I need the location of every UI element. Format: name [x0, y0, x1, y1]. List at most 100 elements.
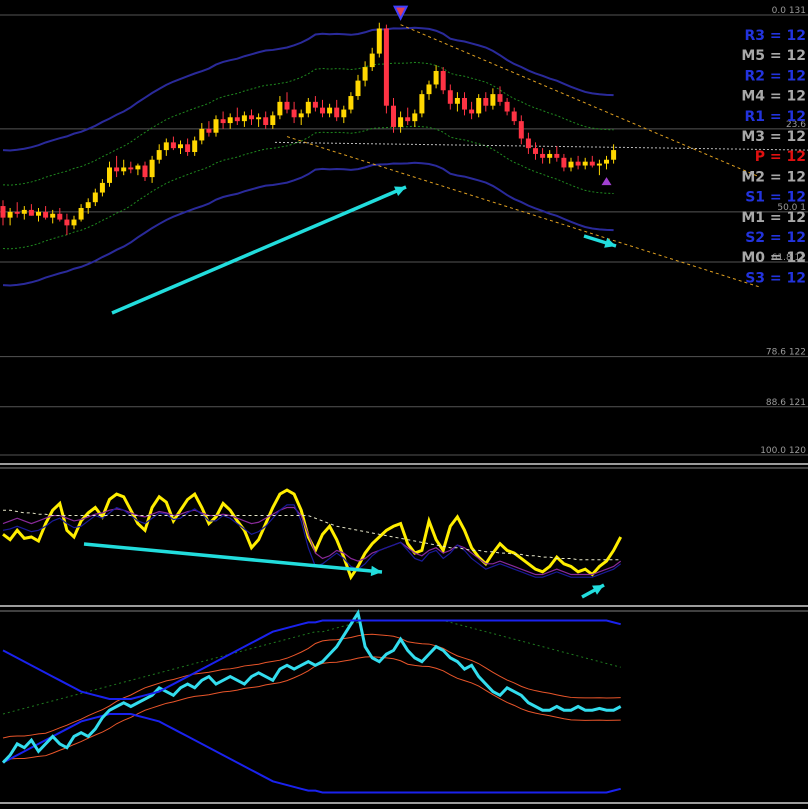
candle-body[interactable]: [497, 94, 503, 102]
candle-body[interactable]: [128, 167, 134, 170]
candle-body[interactable]: [170, 142, 176, 149]
candle-body[interactable]: [149, 159, 155, 178]
candle-body[interactable]: [341, 109, 347, 118]
fib-level-label: 0.0 131: [772, 6, 806, 16]
candle-body[interactable]: [163, 142, 169, 151]
candle-body[interactable]: [540, 153, 546, 158]
candle-body[interactable]: [199, 128, 205, 141]
candle-body[interactable]: [369, 53, 375, 68]
candle-body[interactable]: [57, 213, 63, 220]
candle-body[interactable]: [249, 115, 254, 120]
candle-body[interactable]: [412, 113, 418, 122]
candle-body[interactable]: [241, 115, 247, 122]
candle-body[interactable]: [85, 202, 91, 208]
candle-body[interactable]: [185, 144, 191, 153]
candle-body[interactable]: [298, 113, 304, 118]
candle-body[interactable]: [383, 28, 389, 106]
candle-body[interactable]: [490, 94, 496, 106]
candle-body[interactable]: [227, 117, 233, 124]
candle-body[interactable]: [391, 105, 396, 127]
candle-body[interactable]: [547, 153, 553, 158]
candle-body[interactable]: [178, 144, 183, 149]
candle-body[interactable]: [334, 107, 340, 118]
pivot-level-label: S3 = 12: [745, 270, 806, 286]
pivot-level-label: M2 = 12: [741, 169, 806, 185]
candle-body[interactable]: [50, 213, 56, 218]
candle-body[interactable]: [462, 97, 467, 110]
candle-body[interactable]: [256, 117, 262, 120]
chart-canvas: 0.0 13123.6 50.0 161.8 1278.6 12288.6 12…: [0, 0, 808, 809]
candle-body[interactable]: [525, 138, 531, 149]
candle-body[interactable]: [483, 97, 489, 106]
candle-body[interactable]: [320, 107, 325, 114]
candle-body[interactable]: [440, 70, 446, 91]
candle-body[interactable]: [533, 148, 538, 154]
candle-body[interactable]: [575, 161, 581, 166]
candle-body[interactable]: [36, 211, 41, 216]
candle-body[interactable]: [611, 150, 617, 160]
fib-level-label: 88.6 121: [766, 398, 806, 408]
candle-body[interactable]: [469, 109, 475, 114]
candle-body[interactable]: [561, 157, 567, 168]
candle-body[interactable]: [426, 84, 432, 95]
candle-body[interactable]: [312, 101, 318, 108]
candle-body[interactable]: [355, 80, 361, 97]
pivot-level-label: R2 = 12: [745, 68, 806, 84]
candle-body[interactable]: [447, 90, 453, 104]
candle-body[interactable]: [78, 207, 84, 220]
fib-level-label: 100.0 120: [760, 446, 806, 456]
candle-body[interactable]: [263, 117, 269, 125]
candle-body[interactable]: [64, 219, 70, 226]
candle-body[interactable]: [0, 206, 6, 218]
candle-body[interactable]: [454, 97, 460, 104]
candle-body[interactable]: [234, 117, 240, 122]
candle-body[interactable]: [206, 128, 212, 133]
candle-body[interactable]: [476, 97, 482, 114]
pivot-level-label: M4 = 12: [741, 89, 806, 105]
candle-body[interactable]: [596, 163, 602, 166]
candle-body[interactable]: [121, 167, 127, 172]
candle-body[interactable]: [192, 140, 198, 153]
candle-body[interactable]: [277, 101, 283, 116]
candle-body[interactable]: [348, 96, 354, 110]
pivot-level-label: S1 = 12: [745, 190, 806, 206]
candle-body[interactable]: [419, 94, 425, 114]
candle-body[interactable]: [14, 211, 20, 214]
candle-body[interactable]: [305, 101, 311, 114]
candle-body[interactable]: [156, 150, 162, 160]
candle-body[interactable]: [135, 165, 141, 170]
candle-body[interactable]: [7, 211, 13, 218]
candle-body[interactable]: [568, 161, 574, 168]
candle-body[interactable]: [604, 159, 609, 164]
candle-body[interactable]: [376, 28, 382, 54]
candle-body[interactable]: [582, 161, 588, 166]
candle-body[interactable]: [220, 119, 226, 124]
candle-body[interactable]: [92, 192, 98, 203]
candle-body[interactable]: [433, 70, 439, 85]
candle-body[interactable]: [398, 117, 404, 127]
candle-body[interactable]: [511, 111, 517, 122]
candle-body[interactable]: [71, 219, 77, 226]
candle-body[interactable]: [518, 121, 524, 139]
candle-body[interactable]: [270, 115, 276, 125]
pivot-level-label: R3 = 12: [745, 28, 806, 44]
candle-body[interactable]: [327, 107, 333, 114]
candle-body[interactable]: [213, 119, 219, 133]
candle-body[interactable]: [99, 182, 105, 193]
candle-body[interactable]: [114, 167, 120, 172]
candle-body[interactable]: [589, 161, 595, 166]
candle-body[interactable]: [43, 211, 49, 218]
candle-body[interactable]: [107, 167, 112, 183]
candle-body[interactable]: [291, 109, 297, 118]
candle-body[interactable]: [28, 209, 34, 216]
pivot-level-label: M1 = 12: [741, 210, 806, 226]
candle-body[interactable]: [21, 209, 27, 214]
pivot-level-label: P = 12: [755, 149, 806, 165]
pivot-level-label: S2 = 12: [745, 230, 806, 246]
candle-body[interactable]: [405, 117, 411, 122]
candle-body[interactable]: [284, 101, 290, 110]
candle-body[interactable]: [504, 101, 510, 112]
candle-body[interactable]: [362, 67, 368, 81]
candle-body[interactable]: [142, 165, 148, 178]
candle-body[interactable]: [554, 153, 560, 158]
